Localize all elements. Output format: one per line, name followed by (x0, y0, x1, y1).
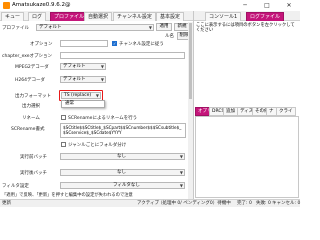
chevron-down-icon: ▼ (179, 154, 183, 159)
chevron-down-icon: ▼ (100, 64, 104, 69)
screname-format-input[interactable]: $SCtitle$$SCtitle$_$SCpart$$SCnumber$$$S… (60, 123, 186, 138)
right-tab-add[interactable]: 追加 (223, 107, 238, 116)
close-button[interactable]: ✕ (278, 0, 300, 11)
channel-setting-checkbox[interactable]: ✓ (112, 41, 117, 46)
exec-before-label: 実行前バッチ (20, 155, 47, 160)
tab-auto-select[interactable]: 自動選択 (84, 12, 113, 21)
chevron-down-icon: ▼ (179, 183, 183, 188)
cancel-count: キャンセル: 0 (272, 201, 301, 206)
status-note: 「適用」で反映、「更新」を押すと編集中の設定が失われるので注意 (2, 193, 133, 198)
panel-divider[interactable] (193, 11, 194, 207)
filter-settings-value: フィルタなし (113, 183, 140, 188)
complete-count: 完了: 0 (237, 201, 252, 206)
exec-after-label: 実行後バッチ (20, 171, 47, 176)
rename-label: リネーム (22, 116, 40, 121)
profile-label: プロファイル (2, 26, 29, 31)
right-tab-na[interactable]: ナ (266, 107, 277, 116)
tab-queue[interactable]: キュー (1, 12, 25, 21)
active-status: アクティブ (137, 201, 160, 206)
output-format-label: 出力フォーマット (15, 94, 51, 99)
output-format-dropdown[interactable]: 通常 (61, 100, 105, 108)
exec-after-select[interactable]: なし ▼ (60, 169, 185, 176)
output-select-label: 出力選択 (22, 104, 40, 109)
tab-basic-settings[interactable]: 基本設定 (156, 12, 185, 21)
apply-button[interactable]: 適用 (156, 23, 172, 31)
failed-count: 失敗: 0 (256, 201, 271, 206)
chevron-down-icon: ▼ (179, 170, 183, 175)
tab-channel-settings[interactable]: チャンネル設定 (113, 12, 156, 21)
tab-profile[interactable]: プロファイル (50, 12, 89, 21)
right-tab-client[interactable]: クライ (276, 107, 296, 116)
tab-log-file[interactable]: ログファイル (246, 12, 285, 21)
dropdown-option-normal[interactable]: 通常 (65, 101, 74, 106)
mpeg2-decoder-value: デフォルト (63, 64, 86, 69)
h264-decoder-value: デフォルト (63, 77, 86, 82)
exec-after-value: なし (117, 170, 126, 175)
h264-decoder-select[interactable]: デフォルト ▼ (60, 76, 106, 83)
chapter-exe-label: chapter_exeオプション (2, 54, 53, 59)
profile-name-label: ル名 (165, 34, 174, 39)
update-link[interactable]: 更新 (2, 200, 11, 206)
scrollbar-thumb[interactable] (189, 23, 192, 99)
genre-folder-checkbox[interactable] (61, 142, 66, 147)
exec-before-value: なし (117, 154, 126, 159)
mpeg2-decoder-label: MPEG2デコーダ (15, 65, 49, 70)
option-label: オプション (30, 42, 53, 47)
queue-status: （処理中 0/ ペンディング0）待機中 (158, 201, 231, 206)
channel-setting-label: チャンネル設定に従う (119, 42, 164, 47)
tab-log[interactable]: ログ (28, 12, 47, 21)
chapter-exe-input[interactable] (60, 52, 185, 59)
filter-settings-select[interactable]: フィルタなし ▼ (60, 182, 185, 189)
app-icon (3, 2, 10, 9)
filter-settings-label: フィルタ設定 (2, 184, 29, 189)
genre-folder-label: ジャンルごとにフォルダ分け (68, 143, 127, 148)
screname-check-label: SCRenameによるリネームを行う (68, 116, 138, 121)
window-title: Amatsukaze0.9.6.2@ (12, 2, 71, 8)
chevron-down-icon: ▼ (148, 25, 152, 30)
exec-before-select[interactable]: なし ▼ (60, 153, 185, 160)
help-text: ここに表示するには項目のボタンを左クリックしてください (194, 22, 299, 38)
right-tab-content (195, 116, 299, 198)
maximize-button[interactable]: □ (256, 0, 278, 11)
screname-checkbox[interactable] (61, 115, 66, 120)
profile-select[interactable]: デフォルト ▼ (36, 24, 154, 31)
screname-format-label: SCRename書式 (11, 127, 45, 132)
chevron-down-icon: ▼ (100, 77, 104, 82)
mpeg2-decoder-select[interactable]: デフォルト ▼ (60, 63, 106, 70)
option-input[interactable] (60, 40, 108, 47)
minimize-button[interactable]: ─ (234, 0, 256, 11)
h264-decoder-label: H264デコーダ (15, 78, 45, 83)
profile-value: デフォルト (39, 25, 62, 30)
tab-console[interactable]: コンソール1 (205, 12, 242, 21)
